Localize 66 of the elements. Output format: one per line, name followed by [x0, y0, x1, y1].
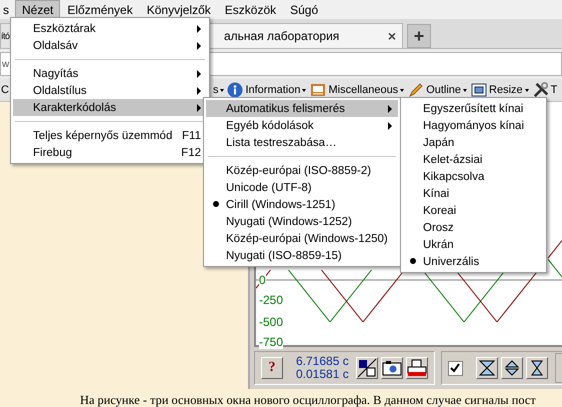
- menu-bar-item[interactable]: Súgó: [283, 0, 326, 19]
- menu-item[interactable]: Nyugati (ISO-8859-15): [206, 247, 398, 264]
- color-swap-icon: [356, 358, 377, 378]
- hourglass-icon: [478, 359, 496, 377]
- menu-item[interactable]: Egyéb kódolások: [206, 117, 398, 134]
- menu-item[interactable]: Oldalsáv: [13, 37, 207, 54]
- toolbar-button[interactable]: s: [212, 84, 226, 96]
- close-icon[interactable]: ×: [388, 28, 396, 44]
- menu-item[interactable]: Cirill (Windows-1251): [206, 196, 398, 213]
- submenu-arrow-icon: [197, 42, 201, 50]
- submenu-arrow-icon: [388, 104, 392, 112]
- submenu-arrow-icon: [197, 70, 201, 78]
- menu-item[interactable]: Nyugati (Windows-1252): [206, 213, 398, 230]
- browser-tab[interactable]: альная лаборатория ×: [209, 23, 403, 48]
- zoom-out-button[interactable]: [526, 357, 548, 379]
- submenu-arrow-icon: [388, 122, 392, 130]
- menu-item[interactable]: Ukrán: [403, 236, 544, 253]
- menu-item[interactable]: Egyszerűsített kínai: [403, 100, 544, 117]
- printer-icon: [406, 359, 427, 377]
- menu-item[interactable]: Eszköztárak: [13, 20, 207, 37]
- axis-label: -750: [259, 336, 284, 349]
- menu-item[interactable]: Univerzális: [403, 253, 544, 270]
- axis-label: -500: [259, 316, 284, 329]
- tools-icon: [532, 82, 549, 98]
- check-icon: [450, 363, 460, 373]
- menu-bar-item[interactable]: Előzmények: [60, 0, 140, 19]
- camera-button[interactable]: [380, 357, 403, 379]
- new-tab-button[interactable]: +: [407, 24, 431, 48]
- zoom-in-button[interactable]: [476, 357, 498, 379]
- menu-item[interactable]: Teljes képernyős üzemmód F11: [13, 127, 207, 144]
- toolbar-button[interactable]: Resize: [469, 82, 531, 98]
- menu-bar-item[interactable]: s: [1, 0, 15, 19]
- menu-item[interactable]: Kelet-ázsiai: [403, 151, 544, 168]
- menu-item[interactable]: Unicode (UTF-8): [206, 179, 398, 196]
- printer-button[interactable]: [406, 357, 428, 379]
- menu-item[interactable]: Japán: [403, 134, 544, 151]
- menu-item[interactable]: Automatikus felismerés: [206, 100, 398, 117]
- toolbar-button[interactable]: C: [0, 84, 9, 96]
- up-down-arrows-icon: [502, 359, 521, 377]
- menu-item[interactable]: Firebug F12: [13, 144, 207, 161]
- time-reading: 6.71685 c: [296, 355, 349, 368]
- camera-icon: [382, 360, 402, 376]
- color-toggle-button[interactable]: [356, 357, 378, 379]
- menu-item[interactable]: Lista testreszabása…: [206, 134, 398, 151]
- menu-item[interactable]: Kínai: [403, 185, 544, 202]
- submenu-arrow-icon: [197, 24, 201, 32]
- time-reading: 0.01581 c: [296, 368, 349, 381]
- axis-label: 0: [259, 274, 266, 287]
- menu-bar-item[interactable]: Nézet: [15, 0, 60, 19]
- toolbar-button[interactable]: Miscellaneous: [308, 82, 406, 98]
- menu-item[interactable]: Közép-európai (ISO-8859-2): [206, 162, 398, 179]
- menu-item[interactable]: Közép-európai (Windows-1250): [206, 230, 398, 247]
- menu-bar-item[interactable]: Eszközök: [218, 0, 284, 19]
- help-button[interactable]: ?: [261, 357, 283, 379]
- axis-label: -250: [259, 294, 284, 307]
- expand-button[interactable]: [500, 357, 523, 379]
- toolbar-button[interactable]: Outline: [406, 82, 470, 98]
- menu-item[interactable]: Orosz: [403, 219, 544, 236]
- browser-tab[interactable]: ító: [0, 23, 11, 48]
- checkbox[interactable]: [448, 360, 463, 376]
- caption-text: На рисунке - три основных окна нового осциллографа. В данном случае сигналы пост: [79, 392, 537, 407]
- menu-bar-item[interactable]: Könyvjelzők: [140, 0, 218, 19]
- menu-item[interactable]: Hagyományos kínai: [403, 117, 544, 134]
- menu-item[interactable]: Koreai: [403, 202, 544, 219]
- menu-item[interactable]: Kikapcsolva: [403, 168, 544, 185]
- toolbar-button[interactable]: T: [530, 82, 560, 98]
